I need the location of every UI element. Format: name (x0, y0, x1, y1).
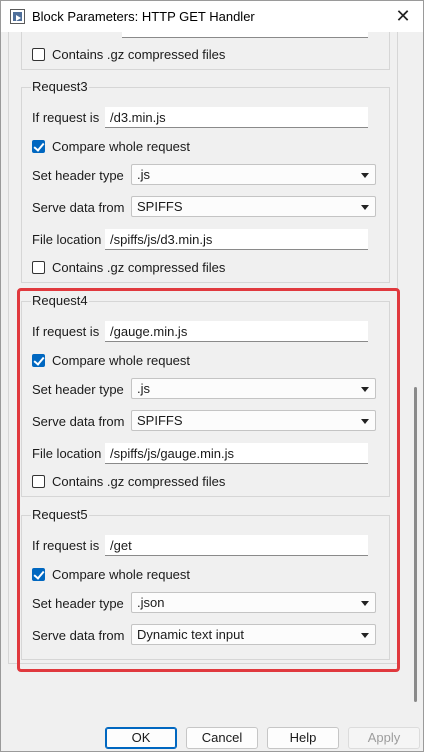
request-prev-field[interactable] (122, 32, 368, 38)
request4-file-label: File location (32, 446, 102, 461)
request3-if-input[interactable] (105, 107, 368, 128)
request-prev-gz-label: Contains .gz compressed files (52, 47, 226, 62)
request4-header-select[interactable]: .js (131, 378, 376, 399)
request3-compare-label: Compare whole request (52, 139, 191, 154)
request5-header-select[interactable]: .json (131, 592, 376, 613)
vertical-scrollbar[interactable] (410, 32, 420, 722)
request5-title: Request5 (31, 507, 89, 522)
request4-group: Request4 If request is Compare whole req… (21, 293, 390, 497)
request4-compare-checkbox[interactable] (32, 354, 45, 367)
chevron-down-icon (361, 173, 369, 178)
help-button[interactable]: Help (267, 727, 339, 749)
request4-header-label: Set header type (32, 382, 124, 397)
request4-serve-select[interactable]: SPIFFS (131, 410, 376, 431)
request3-header-value: .js (137, 167, 150, 182)
request4-gz-checkbox[interactable] (32, 475, 45, 488)
request4-compare-label: Compare whole request (52, 353, 191, 368)
request4-file-input[interactable] (105, 443, 368, 464)
request3-serve-value: SPIFFS (137, 199, 183, 214)
request-prev-gz-checkbox[interactable] (32, 48, 45, 61)
scrollbar-thumb[interactable] (414, 387, 417, 702)
dialog-footer: OK Cancel Help Apply (1, 721, 423, 752)
request4-if-label: If request is (32, 324, 100, 339)
request5-if-input[interactable] (105, 535, 368, 556)
apply-button[interactable]: Apply (348, 727, 420, 749)
request3-gz-checkbox[interactable] (32, 261, 45, 274)
request3-serve-label: Serve data from (32, 200, 125, 215)
request5-serve-value: Dynamic text input (137, 627, 244, 642)
chevron-down-icon (361, 633, 369, 638)
request4-header-value: .js (137, 381, 150, 396)
cancel-button[interactable]: Cancel (186, 727, 258, 749)
request5-if-label: If request is (32, 538, 100, 553)
close-icon[interactable]: ✕ (391, 4, 415, 28)
parameters-panel: Contains .gz compressed files Request3 I… (5, 32, 421, 672)
request5-group: Request5 If request is Compare whole req… (21, 507, 390, 660)
request5-header-value: .json (137, 595, 165, 610)
window-title: Block Parameters: HTTP GET Handler (32, 9, 255, 24)
request3-serve-select[interactable]: SPIFFS (131, 196, 376, 217)
title-bar: Block Parameters: HTTP GET Handler ✕ (1, 1, 423, 32)
simulink-block-icon (10, 9, 25, 24)
request5-header-label: Set header type (32, 596, 124, 611)
request3-compare-checkbox[interactable] (32, 140, 45, 153)
request5-serve-label: Serve data from (32, 628, 125, 643)
request5-serve-select[interactable]: Dynamic text input (131, 624, 376, 645)
request4-if-input[interactable] (105, 321, 368, 342)
request3-if-label: If request is (32, 110, 100, 125)
request4-serve-value: SPIFFS (137, 413, 183, 428)
chevron-down-icon (361, 419, 369, 424)
chevron-down-icon (361, 387, 369, 392)
request3-header-label: Set header type (32, 168, 124, 183)
chevron-down-icon (361, 205, 369, 210)
request3-file-input[interactable] (105, 229, 368, 250)
request-prev-group: Contains .gz compressed files (21, 32, 390, 70)
ok-button[interactable]: OK (105, 727, 177, 749)
chevron-down-icon (361, 601, 369, 606)
request4-gz-label: Contains .gz compressed files (52, 474, 226, 489)
request3-header-select[interactable]: .js (131, 164, 376, 185)
request5-compare-label: Compare whole request (52, 567, 191, 582)
request3-gz-label: Contains .gz compressed files (52, 260, 226, 275)
dialog-window: Block Parameters: HTTP GET Handler ✕ Con… (0, 0, 424, 752)
request3-group: Request3 If request is Compare whole req… (21, 79, 390, 283)
request4-serve-label: Serve data from (32, 414, 125, 429)
request5-compare-checkbox[interactable] (32, 568, 45, 581)
request4-title: Request4 (31, 293, 89, 308)
request3-title: Request3 (31, 79, 89, 94)
request3-file-label: File location (32, 232, 102, 247)
